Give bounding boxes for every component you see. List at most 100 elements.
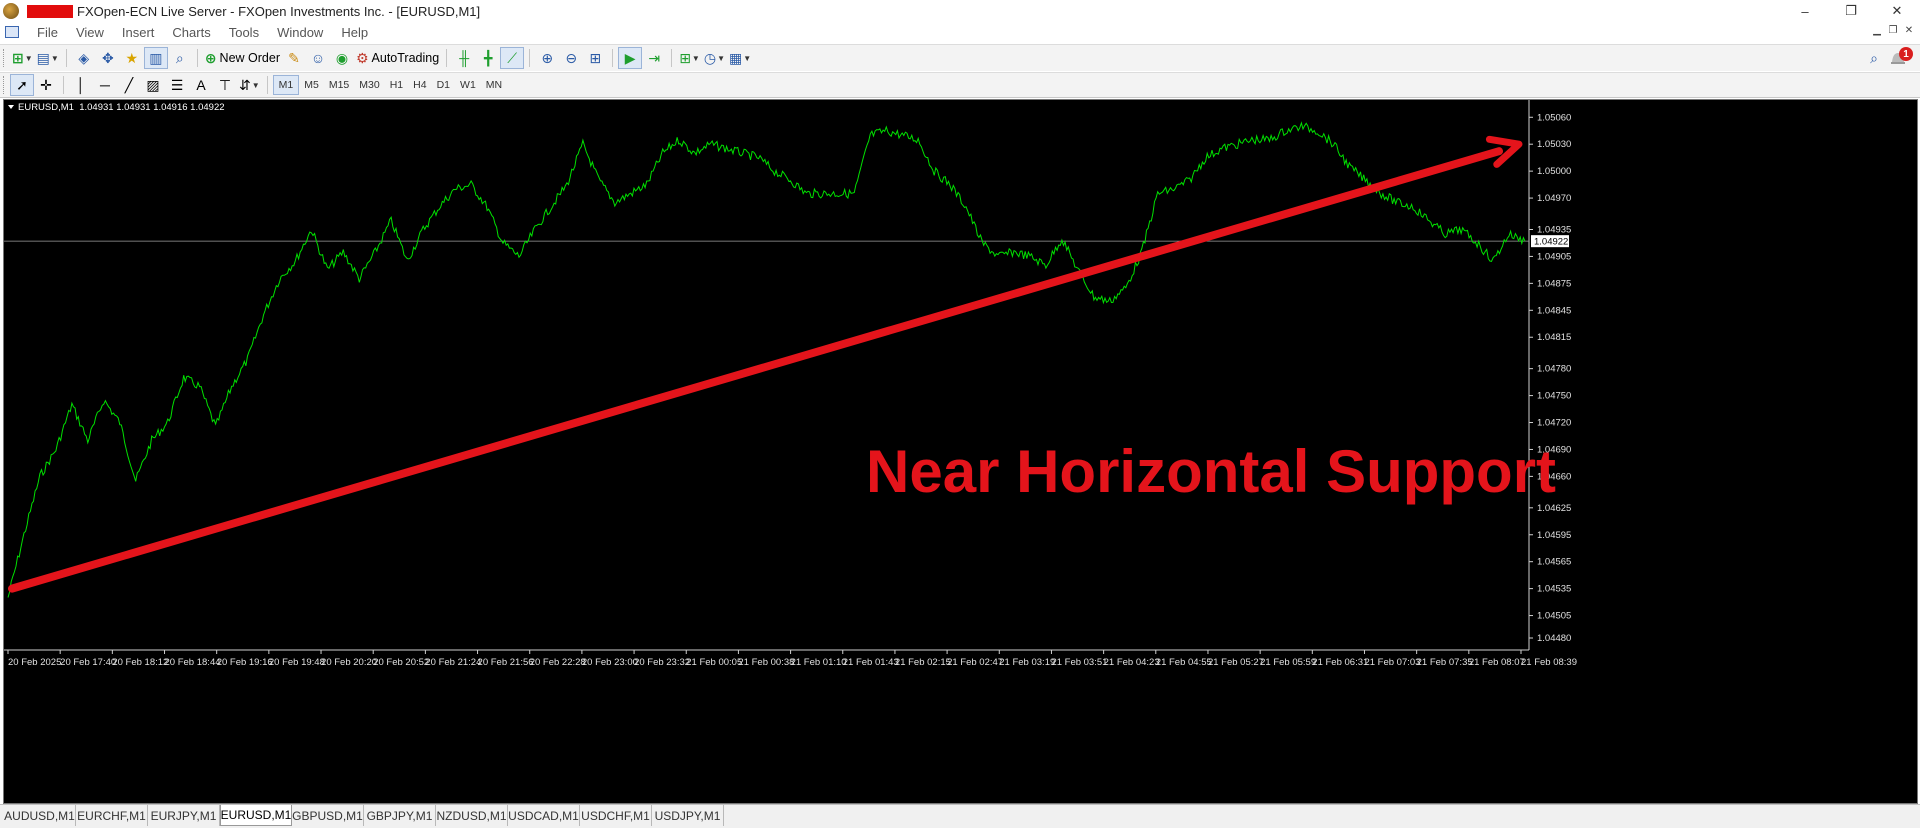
minimize-button[interactable]: –: [1782, 0, 1828, 22]
x-tick-label: 21 Feb 04:23: [1104, 657, 1160, 668]
x-tick-label: 21 Feb 01:43: [843, 657, 899, 668]
standard-toolbar: ⊞ ▼ ▤ ▼ ◈ ✥ ★ ▥ ⌕ ⊕ New Order ✎ ☺ ◉ ⚙ AutoTr…: [0, 44, 1920, 71]
toolbar-separator: [529, 49, 531, 67]
templates-button[interactable]: ▦ ▼: [727, 47, 753, 69]
indicators-button[interactable]: ⊞ ▼: [677, 47, 702, 69]
metaeditor-button[interactable]: ✎: [282, 47, 306, 69]
chevron-down-icon: ▼: [251, 80, 260, 90]
tester-icon: ⌕: [175, 49, 184, 66]
cursor-button[interactable]: ➚: [10, 74, 34, 96]
autotrading-button[interactable]: ⚙ AutoTrading: [354, 47, 441, 69]
zoom-out-button[interactable]: ⊖: [559, 47, 583, 69]
tab-nzdusd-m1[interactable]: NZDUSD,M1: [436, 805, 508, 826]
timeframe-mn-button[interactable]: MN: [481, 75, 507, 95]
x-tick-label: 20 Feb 20:20: [321, 657, 377, 668]
current-price-label: 1.04922: [1534, 237, 1568, 248]
favorites-button[interactable]: ★: [120, 47, 144, 69]
timeframe-h1-button[interactable]: H1: [385, 75, 408, 95]
crosshair-button[interactable]: ✛: [34, 74, 58, 96]
line-chart-button[interactable]: ⟋: [500, 47, 525, 69]
timeframe-d1-button[interactable]: D1: [432, 75, 455, 95]
signals-button[interactable]: ☺: [306, 47, 330, 69]
timeframe-m30-button[interactable]: M30: [354, 75, 384, 95]
x-tick-label: 21 Feb 02:47: [947, 657, 1003, 668]
line-chart-icon: ⟋: [507, 49, 518, 66]
market-watch-button[interactable]: ◈: [72, 47, 96, 69]
tab-usdchf-m1[interactable]: USDCHF,M1: [580, 805, 652, 826]
menu-insert[interactable]: Insert: [113, 25, 164, 40]
tab-audusd-m1[interactable]: AUDUSD,M1: [4, 805, 76, 826]
mdi-close-icon[interactable]: ✕: [1902, 25, 1916, 36]
market-button[interactable]: ◉: [330, 47, 354, 69]
support-trend-arrow-line: [8, 147, 1503, 593]
chart-shift-icon: ⇥: [648, 49, 661, 66]
x-tick-label: 21 Feb 08:39: [1521, 657, 1577, 668]
chart-window[interactable]: 1.05060 1.05030 1.05000 1.04970 1.04935 1.049…: [3, 99, 1918, 804]
horizontal-line-button[interactable]: ─: [93, 74, 117, 96]
close-button[interactable]: ✕: [1874, 0, 1920, 22]
text-button[interactable]: A: [189, 74, 213, 96]
timeframe-m1-button[interactable]: M1: [272, 75, 300, 95]
timeframe-m5-button[interactable]: M5: [299, 75, 324, 95]
timeframe-h4-button[interactable]: H4: [408, 75, 431, 95]
app-icon[interactable]: [3, 3, 19, 19]
toolbar-grip[interactable]: [3, 76, 6, 94]
zoom-in-button[interactable]: ⊕: [535, 47, 559, 69]
chart-shift-button[interactable]: ⇥: [642, 47, 666, 69]
menu-charts[interactable]: Charts: [163, 25, 219, 40]
new-order-button[interactable]: ⊕ New Order: [203, 47, 282, 69]
timeframe-group: M1 M5 M15 M30 H1 H4 D1 W1 MN: [272, 75, 507, 95]
periods-button[interactable]: ◷ ▼: [702, 47, 727, 69]
chart-header: EURUSD,M1 1.04931 1.04931 1.04916 1.0492…: [18, 102, 225, 113]
tab-gbpusd-m1[interactable]: GBPUSD,M1: [292, 805, 364, 826]
toolbar-separator: [671, 49, 673, 67]
trendline-button[interactable]: ╱: [117, 74, 141, 96]
tab-usdcad-m1[interactable]: USDCAD,M1: [508, 805, 580, 826]
document-icon[interactable]: [5, 26, 19, 38]
strategy-tester-button[interactable]: ⌕: [168, 47, 192, 69]
candlesticks-button[interactable]: ╋: [476, 47, 500, 69]
y-tick-label: 1.05060: [1537, 112, 1571, 123]
menu-help[interactable]: Help: [332, 25, 377, 40]
tab-usdjpy-m1[interactable]: USDJPY,M1: [652, 805, 724, 826]
y-tick-label: 1.04750: [1537, 391, 1571, 402]
terminal-button[interactable]: ▥: [143, 47, 168, 69]
fibonacci-button[interactable]: ☰: [165, 74, 189, 96]
timeframe-w1-button[interactable]: W1: [455, 75, 481, 95]
new-chart-button[interactable]: ⊞ ▼: [10, 47, 35, 69]
text-label-button[interactable]: ⊤: [213, 74, 237, 96]
menu-window[interactable]: Window: [268, 25, 332, 40]
notification-badge[interactable]: 1: [1899, 47, 1913, 61]
toolbar-grip[interactable]: [3, 49, 6, 67]
mdi-minimize-icon[interactable]: ▁: [1870, 25, 1884, 36]
hline-icon: ─: [100, 77, 110, 93]
mdi-restore-icon[interactable]: ❐: [1886, 25, 1900, 36]
toolbar-separator: [63, 76, 64, 94]
tab-eurchf-m1[interactable]: EURCHF,M1: [76, 805, 148, 826]
chart-canvas[interactable]: 1.05060 1.05030 1.05000 1.04970 1.04935 1.049…: [4, 100, 1917, 803]
channel-button[interactable]: ▨: [141, 74, 165, 96]
vertical-line-button[interactable]: │: [69, 74, 93, 96]
menu-bar: File View Insert Charts Tools Window Hel…: [0, 22, 1920, 42]
data-window-button[interactable]: ✥: [96, 47, 120, 69]
menu-file[interactable]: File: [28, 25, 67, 40]
x-tick-label: 21 Feb 00:38: [738, 657, 794, 668]
tab-gbpjpy-m1[interactable]: GBPJPY,M1: [364, 805, 436, 826]
menu-tools[interactable]: Tools: [220, 25, 268, 40]
arrows-button[interactable]: ⇵ ▼: [237, 74, 262, 96]
tab-eurusd-m1[interactable]: EURUSD,M1: [220, 805, 292, 826]
timeframe-m15-button[interactable]: M15: [324, 75, 354, 95]
maximize-button[interactable]: ❐: [1828, 0, 1874, 22]
zoom-out-icon: ⊖: [565, 49, 578, 66]
x-tick-label: 21 Feb 05:27: [1208, 657, 1264, 668]
new-chart-icon: ⊞: [12, 49, 24, 66]
autoscroll-button[interactable]: ▶: [618, 47, 643, 69]
search-icon[interactable]: ⌕: [1870, 50, 1878, 67]
toolbar-separator: [612, 49, 614, 67]
tile-icon: ⊞: [589, 49, 602, 66]
profiles-button[interactable]: ▤ ▼: [35, 47, 61, 69]
bar-chart-button[interactable]: ╫: [452, 47, 476, 69]
menu-view[interactable]: View: [67, 25, 113, 40]
tile-windows-button[interactable]: ⊞: [583, 47, 607, 69]
tab-eurjpy-m1[interactable]: EURJPY,M1: [148, 805, 220, 826]
